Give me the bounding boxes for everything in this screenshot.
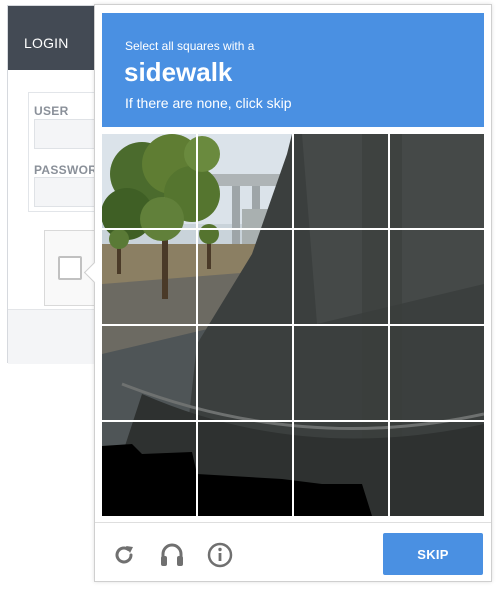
- user-label: USER: [34, 104, 69, 118]
- grid-tile[interactable]: [294, 134, 388, 228]
- skip-button[interactable]: SKIP: [383, 533, 483, 575]
- grid-tile[interactable]: [198, 422, 292, 516]
- grid-tile[interactable]: [294, 422, 388, 516]
- image-grid: [102, 134, 484, 516]
- login-title: LOGIN: [24, 35, 69, 51]
- footer-divider: [95, 522, 491, 523]
- grid-tile[interactable]: [390, 326, 484, 420]
- reload-icon[interactable]: [109, 540, 139, 570]
- grid-tile[interactable]: [198, 326, 292, 420]
- challenge-banner: Select all squares with a sidewalk If th…: [102, 13, 484, 127]
- grid-tile[interactable]: [390, 134, 484, 228]
- grid-tile[interactable]: [294, 230, 388, 324]
- grid-tile[interactable]: [102, 326, 196, 420]
- captcha-checkbox[interactable]: [58, 256, 82, 280]
- info-icon[interactable]: [205, 540, 235, 570]
- challenge-target: sidewalk: [124, 57, 233, 87]
- instruction-bottom: If there are none, click skip: [125, 95, 292, 111]
- grid-tile[interactable]: [102, 422, 196, 516]
- grid-tile[interactable]: [102, 230, 196, 324]
- grid-tile[interactable]: [390, 230, 484, 324]
- grid-tile[interactable]: [198, 134, 292, 228]
- instruction-top: Select all squares with a: [125, 39, 255, 53]
- grid-tile[interactable]: [102, 134, 196, 228]
- grid-tile[interactable]: [390, 422, 484, 516]
- grid-tile[interactable]: [294, 326, 388, 420]
- grid-tile[interactable]: [198, 230, 292, 324]
- captcha-challenge-popup: Select all squares with a sidewalk If th…: [83, 4, 492, 582]
- headphones-icon[interactable]: [157, 540, 187, 570]
